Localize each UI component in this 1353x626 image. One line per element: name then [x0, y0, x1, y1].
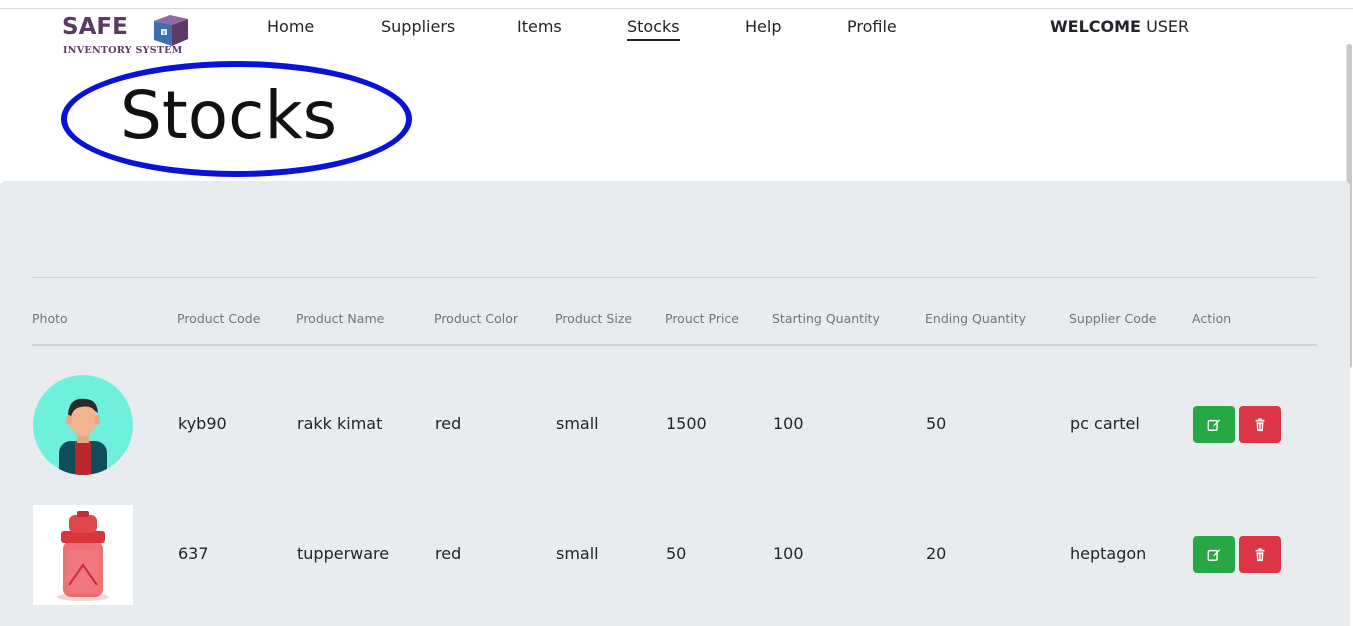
header-photo: Photo [32, 311, 68, 326]
nav-items[interactable]: Items [517, 17, 562, 37]
cell-starting-quantity: 100 [773, 544, 804, 563]
header-product-name: Product Name [296, 311, 385, 326]
edit-icon [1207, 418, 1221, 431]
user-name: USER [1146, 17, 1190, 36]
avatar-image [33, 375, 133, 475]
cell-product-color: red [435, 414, 462, 433]
header-product-price: Prouct Price [665, 311, 739, 326]
cell-product-name: tupperware [297, 544, 390, 563]
brand-tagline: INVENTORY SYSTEM [63, 45, 183, 56]
top-divider [0, 8, 1353, 9]
cell-supplier-code: pc cartel [1070, 414, 1140, 433]
nav-suppliers[interactable]: Suppliers [381, 17, 455, 37]
page-title: Stocks [120, 77, 338, 154]
header-starting-quantity: Starting Quantity [772, 311, 880, 326]
nav-stocks[interactable]: Stocks [627, 17, 680, 41]
cell-product-code: kyb90 [178, 414, 227, 433]
trash-icon [1255, 417, 1265, 431]
cell-supplier-code: heptagon [1070, 544, 1147, 563]
cell-ending-quantity: 50 [926, 414, 947, 433]
table-header-rule [32, 344, 1317, 346]
cell-price: 50 [666, 544, 687, 563]
header-action: Action [1192, 311, 1232, 326]
cell-product-size: small [556, 414, 599, 433]
cell-product-color: red [435, 544, 462, 563]
edit-button[interactable] [1193, 406, 1235, 443]
header-product-code: Product Code [177, 311, 261, 326]
header-product-size: Product Size [555, 311, 633, 326]
header-supplier-code: Supplier Code [1069, 311, 1157, 326]
header-product-color: Product Color [434, 311, 519, 326]
brand-name: SAFE [62, 14, 128, 40]
nav-help[interactable]: Help [745, 17, 781, 37]
delete-button[interactable] [1239, 406, 1281, 443]
delete-button[interactable] [1239, 536, 1281, 573]
tupperware-image [33, 505, 133, 605]
trash-icon [1255, 547, 1265, 561]
nav-profile[interactable]: Profile [847, 17, 897, 37]
welcome-user: WELCOME USER [1050, 17, 1189, 37]
cell-price: 1500 [666, 414, 707, 433]
edit-icon [1207, 548, 1221, 561]
cube-lock-icon [154, 15, 188, 46]
cell-starting-quantity: 100 [773, 414, 804, 433]
cell-ending-quantity: 20 [926, 544, 947, 563]
cell-product-code: 637 [178, 544, 209, 563]
nav-home[interactable]: Home [267, 17, 314, 37]
edit-button[interactable] [1193, 536, 1235, 573]
table-top-rule [32, 277, 1317, 278]
welcome-label: WELCOME [1050, 17, 1141, 36]
cell-product-size: small [556, 544, 599, 563]
header-ending-quantity: Ending Quantity [925, 311, 1027, 326]
cell-product-name: rakk kimat [297, 414, 383, 433]
brand-logo[interactable]: SAFE INVENTORY SYSTEM [62, 13, 190, 59]
